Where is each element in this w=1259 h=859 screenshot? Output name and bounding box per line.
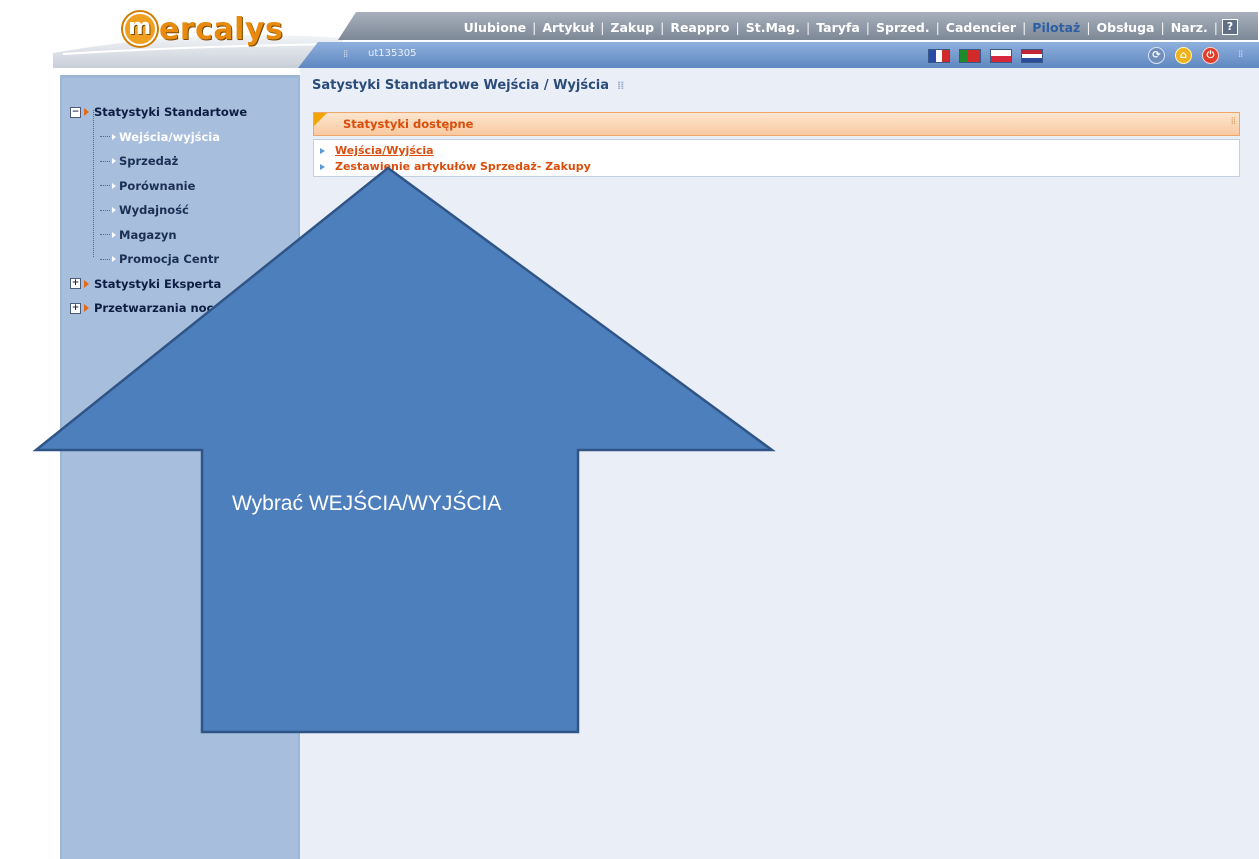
menu-item[interactable]: Obsługa xyxy=(1091,20,1161,35)
tree-group-label: Statystyki Eksperta xyxy=(94,276,222,291)
arrow-right-icon xyxy=(84,108,89,117)
tree-branch-line xyxy=(100,136,110,138)
tree-group-label: Przetwarzania noc xyxy=(94,301,214,316)
tree-branch-line xyxy=(100,234,110,236)
tree-item-label: Porównanie xyxy=(119,178,196,193)
tree-item-label: Wejścia/wyjścia xyxy=(119,129,221,144)
refresh-icon[interactable]: ⟳ xyxy=(1148,47,1165,64)
arrow-right-icon xyxy=(84,279,89,288)
tree-item[interactable]: Wydajność xyxy=(70,198,247,223)
top-menu-bar: Ulubione | Artykuł | Zakup | Reappro | St.Mag. | T… xyxy=(338,12,1258,40)
link-bullet-icon xyxy=(320,163,325,170)
tree-bullet-icon xyxy=(112,158,116,165)
toolbar-grip-icon[interactable]: ⁞⁞ xyxy=(343,49,348,60)
tree-group[interactable]: − Statystyki Standartowe xyxy=(70,100,247,125)
tree-branch-line xyxy=(100,258,110,260)
menu-item[interactable]: Taryfa xyxy=(810,20,866,35)
pl-flag-icon[interactable] xyxy=(990,49,1012,63)
menu-separator: | xyxy=(1022,19,1027,35)
sidebar: − Statystyki Standartowe Wejścia/wyjścia Sp… xyxy=(60,75,300,859)
language-flags xyxy=(928,49,1043,63)
menu-separator: | xyxy=(1160,19,1165,35)
collapse-icon[interactable]: − xyxy=(70,106,81,118)
menu-separator: | xyxy=(806,19,811,35)
system-icons: ⟳ ⌂ ⏻ xyxy=(1148,47,1219,64)
menu-item[interactable]: Narz. xyxy=(1165,20,1214,35)
help-button[interactable]: ? xyxy=(1222,19,1238,35)
menu-separator: | xyxy=(1213,19,1218,35)
stats-panel-body: Wejścia/Wyjścia Zestawienie artykułów Sp… xyxy=(313,139,1240,177)
menu-item[interactable]: Artykuł xyxy=(536,20,600,35)
user-code: ut135305 xyxy=(368,48,417,59)
link-zestawienie-artykulow[interactable]: Zestawienie artykułów Sprzedaż- Zakupy xyxy=(320,160,591,173)
logo-wordmark: m ercalys xyxy=(123,12,283,47)
menu-separator: | xyxy=(1086,19,1091,35)
tree-bullet-icon xyxy=(112,182,116,189)
link-wejscia-wyjscia[interactable]: Wejścia/Wyjścia xyxy=(320,144,434,157)
menu-separator: | xyxy=(865,19,870,35)
user-toolbar-background xyxy=(298,42,1259,68)
mercalys-app: m ercalys Ulubione | Artykuł | Zakup | Reappro |… xyxy=(53,0,1259,859)
tree-item[interactable]: Wejścia/wyjścia xyxy=(70,125,247,150)
fr-flag-icon[interactable] xyxy=(928,49,950,63)
tree-item[interactable]: Porównanie xyxy=(70,174,247,199)
tree-bullet-icon xyxy=(112,256,116,263)
tree-item-label: Promocja Centr xyxy=(119,252,220,267)
tree-bullet-icon xyxy=(112,133,116,140)
tree-branch-line xyxy=(100,185,110,187)
menu-separator: | xyxy=(935,19,940,35)
sidebar-panel: − Statystyki Standartowe Wejścia/wyjścia Sp… xyxy=(62,78,298,859)
tree-item[interactable]: Sprzedaż xyxy=(70,149,247,174)
panel-grip-icon[interactable]: ⁞⁞ xyxy=(1231,116,1236,127)
menu-item[interactable]: Pilotaż xyxy=(1026,20,1086,35)
tree-item[interactable]: Promocja Centr xyxy=(70,247,247,272)
menu-separator: | xyxy=(532,19,537,35)
tree-branch-line xyxy=(100,209,110,211)
menu-item[interactable]: St.Mag. xyxy=(740,20,806,35)
home-icon[interactable]: ⌂ xyxy=(1175,47,1192,64)
callout-text: Wybrać WEJŚCIA/WYJŚCIA xyxy=(232,492,502,515)
nl-flag-icon[interactable] xyxy=(1021,49,1043,63)
tree-group[interactable]: + Statystyki Eksperta xyxy=(70,272,247,297)
logo-badge: m xyxy=(123,12,157,46)
power-icon[interactable]: ⏻ xyxy=(1202,47,1219,64)
navigation-tree: − Statystyki Standartowe Wejścia/wyjścia Sp… xyxy=(70,100,247,321)
page-title-text: Satystyki Standartowe Wejścia / Wyjścia xyxy=(312,78,610,93)
pt-flag-icon[interactable] xyxy=(959,49,981,63)
expand-icon[interactable]: + xyxy=(70,278,81,290)
menu-item[interactable]: Cadencier xyxy=(940,20,1022,35)
panel-corner-icon xyxy=(314,113,327,126)
tree-item-label: Magazyn xyxy=(119,227,177,242)
page-title: Satystyki Standartowe Wejścia / Wyjścia ⁞… xyxy=(312,78,624,93)
tree-item-label: Sprzedaż xyxy=(119,154,179,169)
menu-separator: | xyxy=(600,19,605,35)
top-menu-items: Ulubione | Artykuł | Zakup | Reappro | St.Mag. | T… xyxy=(458,17,1238,37)
menu-item[interactable]: Reappro xyxy=(664,20,735,35)
main-content: Satystyki Standartowe Wejścia / Wyjścia ⁞… xyxy=(300,68,1259,859)
menu-separator: | xyxy=(735,19,740,35)
user-toolbar: ⁞⁞ ut135305 ⟳ ⌂ ⏻ ⁞⁞ xyxy=(298,42,1259,68)
stats-panel-header[interactable]: Statystyki dostępne ⁞⁞ xyxy=(313,112,1240,136)
expand-icon[interactable]: + xyxy=(70,302,81,314)
tree-item[interactable]: Magazyn xyxy=(70,223,247,248)
toolbar-grip-right-icon[interactable]: ⁞⁞ xyxy=(1238,49,1243,60)
menu-item[interactable]: Zakup xyxy=(604,20,660,35)
menu-item[interactable]: Sprzed. xyxy=(870,20,936,35)
link-label: Wejścia/Wyjścia xyxy=(335,144,434,157)
logo-text: ercalys xyxy=(159,12,284,47)
menu-separator: | xyxy=(660,19,665,35)
link-bullet-icon xyxy=(320,147,325,154)
arrow-right-icon xyxy=(84,304,89,313)
panel-title: Statystyki dostępne xyxy=(343,117,474,131)
tree-bullet-icon xyxy=(112,207,116,214)
tree-item-label: Wydajność xyxy=(119,203,189,218)
tree-branch-line xyxy=(100,160,110,162)
tree-bullet-icon xyxy=(112,231,116,238)
tree-group-label: Statystyki Standartowe xyxy=(94,105,248,120)
link-label: Zestawienie artykułów Sprzedaż- Zakupy xyxy=(335,160,591,173)
tree-group[interactable]: + Przetwarzania noc xyxy=(70,296,247,321)
menu-item[interactable]: Ulubione xyxy=(458,20,533,35)
title-grip-icon[interactable]: ⁞⁞ xyxy=(617,79,624,92)
